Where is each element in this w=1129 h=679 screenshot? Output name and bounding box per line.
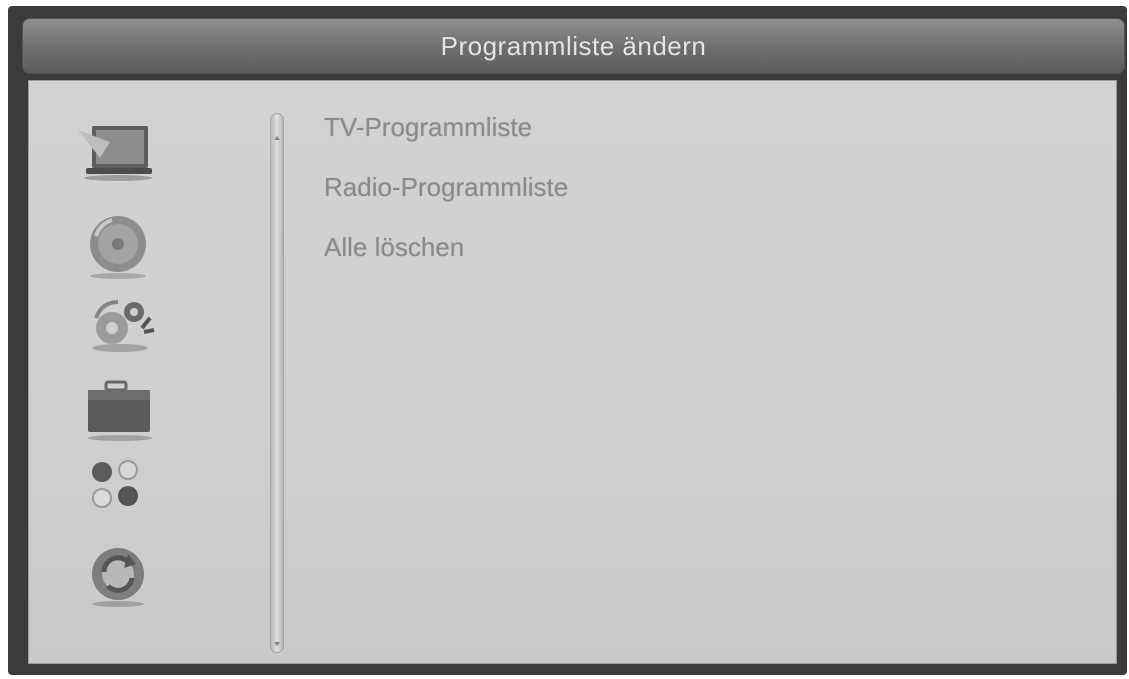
scroll-down-icon [274, 642, 280, 646]
program-list-menu: TV-Programmliste Radio-Programmliste All… [324, 106, 1084, 286]
menu-item-tv-list[interactable]: TV-Programmliste [324, 106, 1084, 166]
games-icon[interactable] [82, 452, 162, 518]
scroll-up-icon [274, 136, 280, 140]
settings-gears-icon[interactable] [82, 288, 162, 354]
refresh-icon[interactable] [82, 542, 162, 608]
title-bar: Programmliste ändern [22, 18, 1125, 74]
menu-item-radio-list[interactable]: Radio-Programmliste [324, 166, 1084, 226]
menu-item-delete-all[interactable]: Alle löschen [324, 226, 1084, 286]
tv-icon[interactable] [78, 118, 158, 184]
sidebar-menu [40, 96, 244, 646]
scrollbar[interactable] [270, 113, 284, 653]
toolbox-icon[interactable] [82, 378, 162, 444]
disc-icon[interactable] [82, 214, 162, 280]
page-title: Programmliste ändern [440, 30, 707, 61]
